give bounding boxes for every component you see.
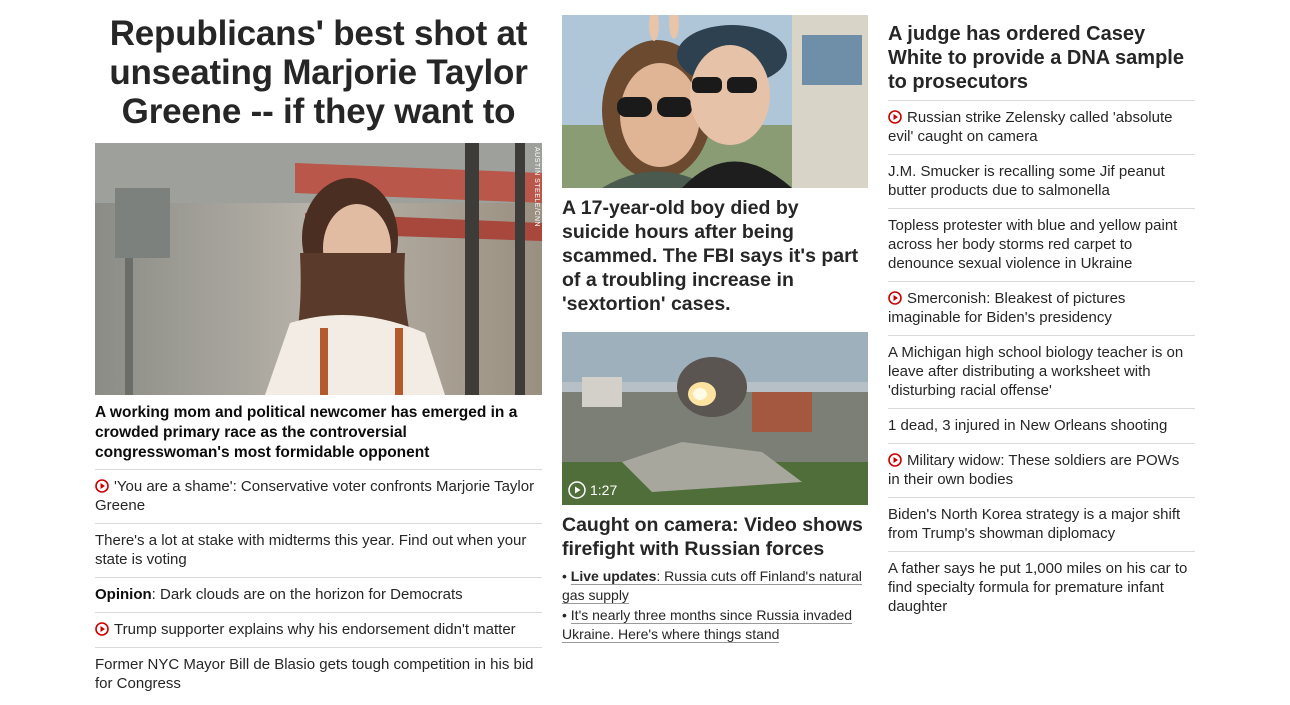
list-item-text: Military widow: These soldiers are POWs … [888,452,1180,488]
opinion-label: Opinion [95,586,152,603]
list-item-text: J.M. Smucker is recalling some Jif peanu… [888,163,1165,199]
list-item-text: Topless protester with blue and yellow p… [888,217,1178,272]
list-item[interactable]: 1 dead, 3 injured in New Orleans shootin… [888,408,1195,443]
list-item-text: 1 dead, 3 injured in New Orleans shootin… [888,417,1168,434]
bullet-text: It's nearly three months since Russia in… [562,607,853,643]
video-play-icon [888,291,902,305]
list-item[interactable]: Biden's North Korea strategy is a major … [888,497,1195,551]
selfie-image[interactable] [562,15,868,188]
story1-title-link[interactable]: A 17-year-old boy died by suicide hours … [562,196,868,316]
story2-title: Caught on camera: Video shows firefight … [562,514,863,560]
list-item-text: Biden's North Korea strategy is a major … [888,506,1181,542]
list-item-text: A Michigan high school biology teacher i… [888,344,1184,399]
woman-portrait-image [95,143,542,395]
video-duration-badge: 1:27 [568,481,617,499]
video-duration: 1:27 [590,482,618,498]
list-item[interactable]: Trump supporter explains why his endorse… [95,612,542,647]
video-play-icon [888,110,902,124]
lead-headline: Republicans' best shot at unseating Marj… [109,14,528,131]
mother-son-photo [562,15,868,188]
video-play-icon [888,453,902,467]
play-icon [568,481,586,499]
lead-card-title-link[interactable]: A working mom and political newcomer has… [95,403,542,463]
list-item[interactable]: A Michigan high school biology teacher i… [888,335,1195,408]
bullet-item[interactable]: • It's nearly three months since Russia … [562,606,868,644]
list-item-text: Trump supporter explains why his endorse… [114,621,516,638]
video-thumbnail[interactable]: 1:27 [562,332,868,505]
list-item-text: : Dark clouds are on the horizon for Dem… [151,586,463,603]
list-item-text: Former NYC Mayor Bill de Blasio gets tou… [95,656,534,692]
video-play-icon [95,479,109,493]
list-item[interactable]: Russian strike Zelensky called 'absolute… [888,100,1195,154]
list-item-text: A father says he put 1,000 miles on his … [888,560,1188,615]
middle-story-column: A 17-year-old boy died by suicide hours … [562,0,868,645]
bullet-item[interactable]: • Live updates: Russia cuts off Finland'… [562,567,868,605]
list-item-text: There's a lot at stake with midterms thi… [95,532,527,568]
lead-image[interactable]: AUSTIN STEELE/CNN [95,143,542,395]
lead-card-title: A working mom and political newcomer has… [95,404,518,461]
col3-title: A judge has ordered Casey White to provi… [888,23,1184,93]
list-item[interactable]: Opinion: Dark clouds are on the horizon … [95,577,542,612]
list-item-text: Smerconish: Bleakest of pictures imagina… [888,290,1126,326]
list-item[interactable]: Topless protester with blue and yellow p… [888,208,1195,281]
list-item[interactable]: There's a lot at stake with midterms thi… [95,523,542,577]
live-updates-label: Live updates [570,568,657,584]
list-item[interactable]: A father says he put 1,000 miles on his … [888,551,1195,624]
list-item-text: Russian strike Zelensky called 'absolute… [888,109,1173,145]
list-item[interactable]: Former NYC Mayor Bill de Blasio gets tou… [95,647,542,701]
list-item[interactable]: Smerconish: Bleakest of pictures imagina… [888,281,1195,335]
list-item[interactable]: Military widow: These soldiers are POWs … [888,443,1195,497]
headlines-list: Russian strike Zelensky called 'absolute… [888,100,1195,624]
right-story-column: A judge has ordered Casey White to provi… [888,0,1195,624]
explosion-video-image [562,332,868,505]
story2-title-link[interactable]: Caught on camera: Video shows firefight … [562,513,868,561]
lead-story-column: Republicans' best shot at unseating Marj… [95,0,542,701]
list-item-text: 'You are a shame': Conservative voter co… [95,478,535,514]
col3-title-link[interactable]: A judge has ordered Casey White to provi… [888,22,1195,94]
lead-headline-link[interactable]: Republicans' best shot at unseating Marj… [95,14,542,131]
story1-title: A 17-year-old boy died by suicide hours … [562,197,859,315]
related-stories-list: 'You are a shame': Conservative voter co… [95,469,542,701]
image-credit: AUSTIN STEELE/CNN [533,147,540,228]
list-item[interactable]: J.M. Smucker is recalling some Jif peanu… [888,154,1195,208]
bullet-links: • Live updates: Russia cuts off Finland'… [562,567,868,644]
video-play-icon [95,622,109,636]
list-item[interactable]: 'You are a shame': Conservative voter co… [95,469,542,523]
